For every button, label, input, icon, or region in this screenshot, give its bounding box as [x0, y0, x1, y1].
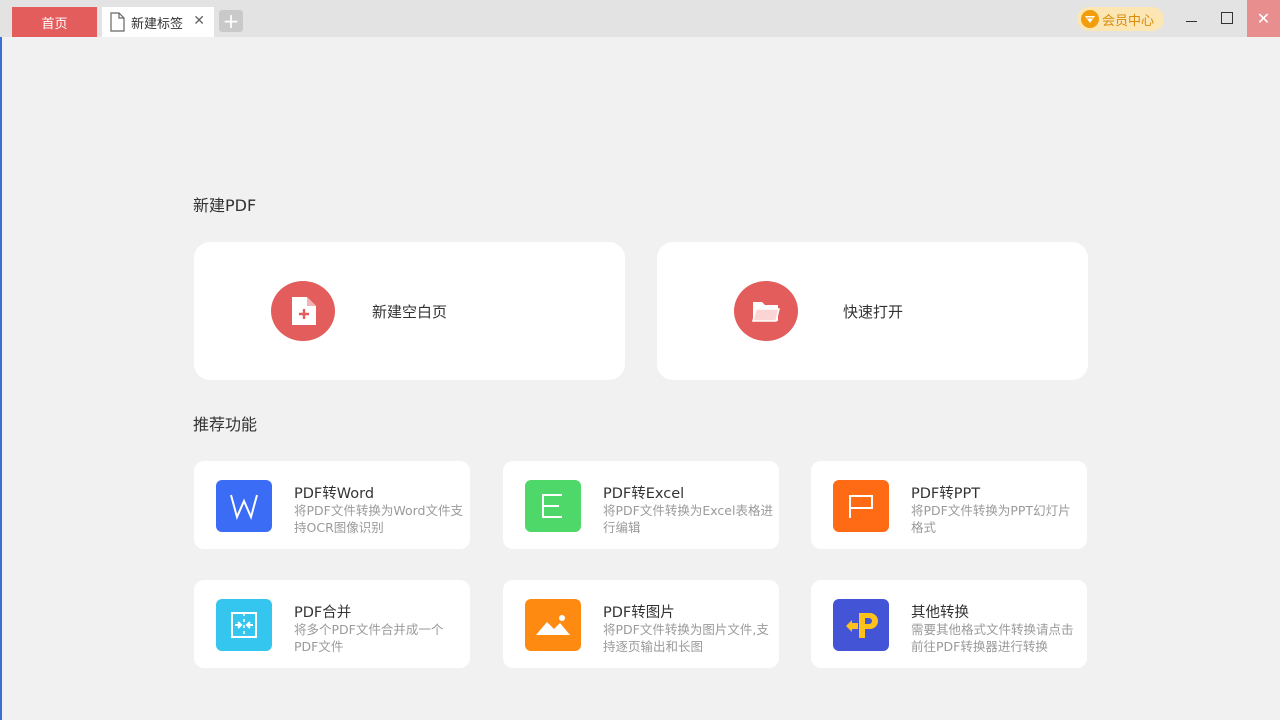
new-blank-page-label: 新建空白页 [372, 303, 448, 321]
new-blank-page-icon [271, 281, 335, 341]
quick-open-card[interactable]: 快速打开 [657, 242, 1088, 380]
feature-card-pdf-to-ppt[interactable]: PDF转PPT 将PDF文件转换为PPT幻灯片格式 [811, 461, 1087, 549]
folder-icon [734, 281, 798, 341]
ppt-icon [833, 480, 889, 532]
feature-title: PDF转图片 [603, 605, 675, 621]
feature-description: 将PDF文件转换为Word文件支持OCR图像识别 [294, 503, 463, 535]
feature-description: 将PDF文件转换为图片文件,支持逐页输出和长图 [603, 622, 769, 654]
feature-title: PDF合并 [294, 605, 352, 621]
window-edge [0, 37, 2, 720]
feature-title: PDF转Word [294, 486, 375, 502]
tab-home[interactable]: 首页 [12, 7, 97, 37]
feature-title: 其他转换 [911, 605, 969, 621]
quick-open-label: 快速打开 [843, 303, 904, 321]
feature-description: 将PDF文件转换为Excel表格进行编辑 [603, 503, 773, 535]
feature-card-pdf-merge[interactable]: PDF合并 将多个PDF文件合并成一个PDF文件 [194, 580, 470, 668]
excel-icon [525, 480, 581, 532]
feature-card-other-convert[interactable]: 其他转换 需要其他格式文件转换请点击前往PDF转换器进行转换 [811, 580, 1087, 668]
image-icon [525, 599, 581, 651]
section-title-new-pdf: 新建PDF [193, 196, 257, 215]
feature-title: PDF转Excel [603, 486, 685, 502]
maximize-button[interactable] [1209, 0, 1245, 37]
tab-new-tab[interactable]: 新建标签 ✕ [102, 7, 214, 37]
merge-icon [216, 599, 272, 651]
vip-center-button[interactable]: 会员中心 [1077, 7, 1164, 31]
vip-center-label: 会员中心 [1102, 13, 1155, 29]
section-title-recommended: 推荐功能 [193, 415, 258, 434]
feature-description: 将PDF文件转换为PPT幻灯片格式 [911, 503, 1071, 535]
other-convert-icon [833, 599, 889, 651]
tab-close-icon[interactable]: ✕ [193, 13, 205, 29]
tab-new-label: 新建标签 [131, 16, 184, 32]
maximize-icon [1221, 11, 1233, 24]
feature-card-pdf-to-word[interactable]: PDF转Word 将PDF文件转换为Word文件支持OCR图像识别 [194, 461, 470, 549]
feature-description: 需要其他格式文件转换请点击前往PDF转换器进行转换 [911, 622, 1074, 654]
document-icon [110, 12, 125, 32]
vip-crown-icon [1081, 10, 1099, 28]
add-tab-button[interactable]: + [219, 10, 243, 32]
feature-card-pdf-to-image[interactable]: PDF转图片 将PDF文件转换为图片文件,支持逐页输出和长图 [503, 580, 779, 668]
feature-title: PDF转PPT [911, 486, 981, 502]
word-icon [216, 480, 272, 532]
minimize-button[interactable] [1173, 0, 1209, 37]
feature-description: 将多个PDF文件合并成一个PDF文件 [294, 622, 444, 654]
new-blank-page-card[interactable]: 新建空白页 [194, 242, 625, 380]
minimize-icon [1185, 21, 1197, 22]
title-bar: 首页 新建标签 ✕ + 会员中心 ✕ [0, 0, 1280, 37]
window-close-button[interactable]: ✕ [1247, 0, 1280, 37]
feature-card-pdf-to-excel[interactable]: PDF转Excel 将PDF文件转换为Excel表格进行编辑 [503, 461, 779, 549]
